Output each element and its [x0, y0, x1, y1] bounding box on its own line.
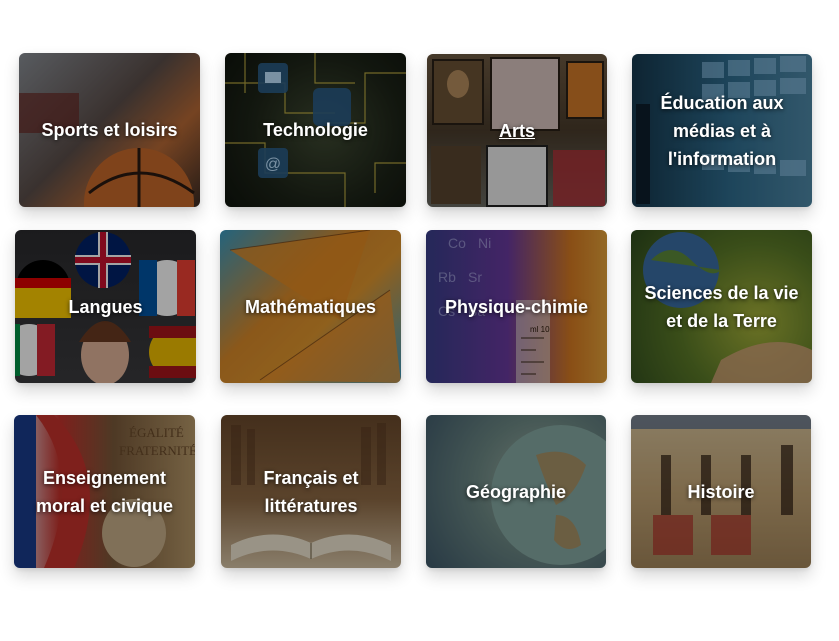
subject-label: Physique-chimie: [444, 296, 589, 317]
subject-card-francais-et-litteratures[interactable]: Français et littératures: [221, 415, 401, 568]
subject-label: Sciences de la vie et de la Terre: [644, 282, 799, 331]
subject-label: Sports et loisirs: [41, 120, 178, 140]
subject-label: Français et littératures: [263, 467, 359, 516]
subject-label: Enseignement moral et civique: [35, 467, 174, 516]
subject-card-physique-chimie[interactable]: Co Ni Rb Sr Cs Ba ml 10 Physique-chimie: [426, 230, 607, 383]
subject-card-education-aux-medias[interactable]: Éducation aux médias et à l'information: [632, 54, 812, 207]
subject-card-sports-et-loisirs[interactable]: Sports et loisirs: [19, 53, 200, 207]
subject-card-langues[interactable]: Langues: [15, 230, 196, 383]
subject-card-arts[interactable]: Arts: [427, 54, 607, 207]
subject-card-mathematiques[interactable]: Mathématiques: [220, 230, 401, 383]
subject-label: Langues: [68, 296, 143, 317]
subject-card-technologie[interactable]: @ Technologie: [225, 53, 406, 207]
subject-label: Arts: [498, 120, 535, 141]
subject-card-svt[interactable]: Sciences de la vie et de la Terre: [631, 230, 812, 383]
subject-card-enseignement-moral-et-civique[interactable]: ÉGALITÉ FRATERNITÉ Enseignement moral et…: [14, 415, 195, 568]
subject-card-geographie[interactable]: Géographie: [426, 415, 606, 568]
subject-label: Géographie: [465, 481, 567, 502]
subject-label: Histoire: [687, 481, 755, 502]
subject-card-histoire[interactable]: Histoire: [631, 415, 811, 568]
subject-label: Éducation aux médias et à l'information: [660, 92, 784, 169]
subject-label: Technologie: [263, 120, 368, 140]
subject-label: Mathématiques: [244, 296, 377, 317]
